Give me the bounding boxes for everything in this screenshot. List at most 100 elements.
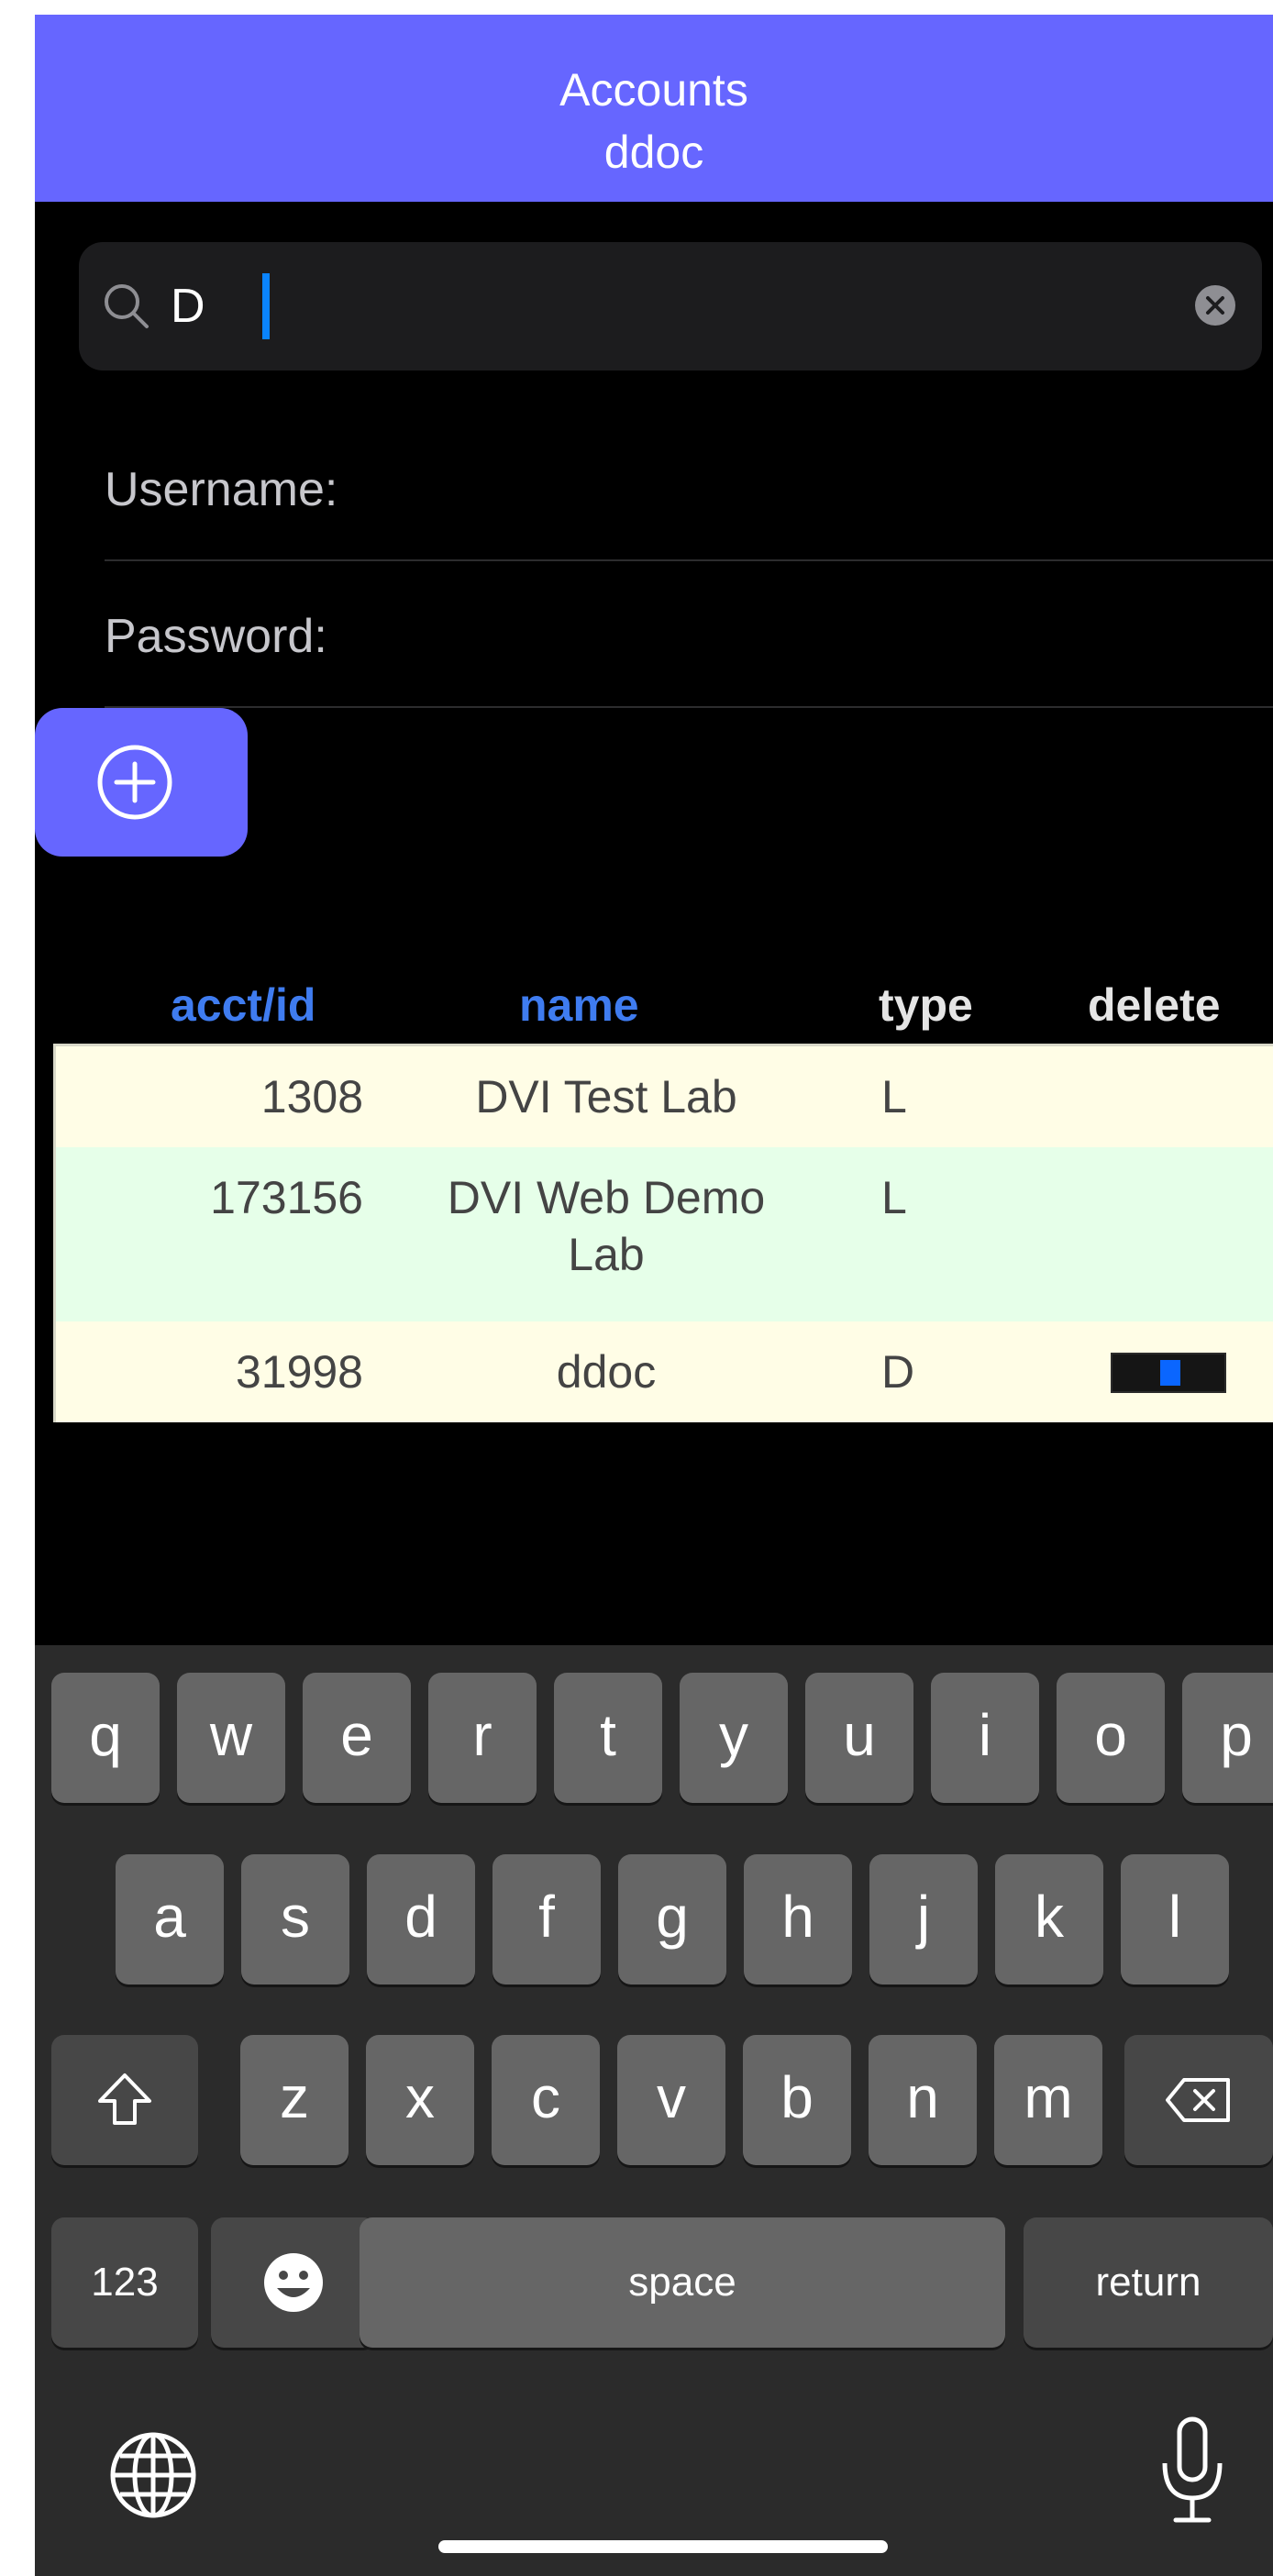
- column-header-acct[interactable]: acct/id: [171, 978, 315, 1033]
- key-w[interactable]: w: [177, 1673, 285, 1803]
- username-field[interactable]: [435, 457, 1245, 525]
- add-account-button[interactable]: [35, 708, 248, 857]
- delete-toggle-knob: [1160, 1360, 1180, 1386]
- key-z[interactable]: z: [240, 2035, 349, 2165]
- key-label: b: [780, 2064, 814, 2130]
- key-q[interactable]: q: [51, 1673, 160, 1803]
- column-header-type: type: [879, 979, 973, 1031]
- key-h[interactable]: h: [744, 1854, 852, 1985]
- key-j[interactable]: j: [869, 1854, 978, 1985]
- globe-icon[interactable]: [103, 2425, 204, 2526]
- password-field[interactable]: [435, 603, 1245, 671]
- key-l[interactable]: l: [1121, 1854, 1229, 1985]
- table-row[interactable]: 173156 DVI Web Demo Lab L: [56, 1147, 1273, 1321]
- key-label: u: [843, 1702, 876, 1768]
- key-i[interactable]: i: [931, 1673, 1039, 1803]
- key-label: z: [280, 2064, 309, 2130]
- shift-key[interactable]: [51, 2035, 198, 2165]
- return-key-label: return: [1095, 2260, 1201, 2305]
- shift-arrow-icon: [98, 2073, 151, 2125]
- name-cell: DVI Test Lab: [475, 1071, 737, 1122]
- name-cell: ddoc: [556, 1346, 657, 1398]
- key-label: p: [1220, 1702, 1253, 1768]
- key-t[interactable]: t: [554, 1673, 662, 1803]
- home-indicator: [438, 2540, 888, 2553]
- table-row[interactable]: 31998 ddoc D: [56, 1321, 1273, 1422]
- password-label: Password:: [105, 610, 327, 663]
- key-label: f: [538, 1884, 555, 1950]
- key-p[interactable]: p: [1182, 1673, 1273, 1803]
- username-label: Username:: [105, 463, 338, 516]
- key-label: i: [978, 1702, 992, 1768]
- key-e[interactable]: e: [303, 1673, 411, 1803]
- app-screen: Accounts ddoc Username: Password:: [35, 15, 1273, 2576]
- emoji-key[interactable]: [211, 2217, 376, 2348]
- key-f[interactable]: f: [493, 1854, 601, 1985]
- key-u[interactable]: u: [805, 1673, 913, 1803]
- key-g[interactable]: g: [618, 1854, 726, 1985]
- acct-id-cell: 173156: [210, 1172, 363, 1223]
- key-a[interactable]: a: [116, 1854, 224, 1985]
- key-y[interactable]: y: [680, 1673, 788, 1803]
- clear-icon[interactable]: [1192, 282, 1238, 328]
- key-label: n: [906, 2064, 939, 2130]
- plus-circle-icon: [97, 745, 172, 820]
- key-label: s: [281, 1884, 310, 1950]
- key-label: x: [405, 2064, 435, 2130]
- key-k[interactable]: k: [995, 1854, 1103, 1985]
- backspace-icon: [1166, 2078, 1230, 2122]
- search-bar[interactable]: [79, 242, 1262, 370]
- key-label: a: [153, 1884, 186, 1950]
- key-c[interactable]: c: [492, 2035, 600, 2165]
- acct-id-cell: 31998: [235, 1346, 363, 1398]
- text-caret: [262, 273, 270, 339]
- return-key[interactable]: return: [1024, 2217, 1273, 2348]
- numbers-key-label: 123: [91, 2260, 159, 2305]
- key-label: r: [472, 1702, 493, 1768]
- key-label: m: [1024, 2064, 1073, 2130]
- username-row: Username:: [105, 422, 1273, 561]
- key-label: w: [209, 1702, 253, 1768]
- delete-toggle[interactable]: [1111, 1353, 1226, 1393]
- key-label: e: [340, 1702, 373, 1768]
- key-v[interactable]: v: [617, 2035, 725, 2165]
- search-icon: [105, 284, 149, 328]
- key-s[interactable]: s: [241, 1854, 349, 1985]
- space-key-label: space: [628, 2260, 736, 2305]
- type-cell: L: [881, 1071, 907, 1122]
- page-subtitle: ddoc: [603, 127, 704, 178]
- key-n[interactable]: n: [869, 2035, 977, 2165]
- key-label: t: [600, 1702, 616, 1768]
- backspace-key[interactable]: [1124, 2035, 1273, 2165]
- password-row: Password:: [105, 569, 1273, 708]
- acct-id-cell: 1308: [260, 1071, 363, 1122]
- key-m[interactable]: m: [994, 2035, 1102, 2165]
- key-label: c: [531, 2064, 560, 2130]
- column-header-delete: delete: [1088, 979, 1221, 1031]
- microphone-icon[interactable]: [1156, 2412, 1229, 2531]
- space-key[interactable]: space: [360, 2217, 1005, 2348]
- type-cell: L: [881, 1172, 907, 1223]
- column-header-name[interactable]: name: [519, 978, 639, 1033]
- key-d[interactable]: d: [367, 1854, 475, 1985]
- key-r[interactable]: r: [428, 1673, 537, 1803]
- name-cell: DVI Web Demo Lab: [447, 1172, 766, 1280]
- key-label: q: [89, 1702, 122, 1768]
- key-label: y: [719, 1702, 748, 1768]
- accounts-table: 1308 DVI Test Lab L 173156 DVI Web Demo …: [53, 1044, 1273, 1422]
- type-cell: D: [881, 1346, 915, 1398]
- key-label: v: [657, 2064, 686, 2130]
- key-label: o: [1094, 1702, 1127, 1768]
- key-label: h: [781, 1884, 814, 1950]
- page-title: Accounts: [559, 64, 748, 116]
- table-row[interactable]: 1308 DVI Test Lab L: [56, 1046, 1273, 1147]
- key-label: l: [1168, 1884, 1182, 1950]
- on-screen-keyboard: q w e r t y u i o p a sdfgh j k l z x c v b n m 123 space r…: [35, 1645, 1273, 2576]
- key-label: k: [1035, 1884, 1064, 1950]
- numbers-key[interactable]: 123: [51, 2217, 198, 2348]
- key-o[interactable]: o: [1057, 1673, 1165, 1803]
- key-x[interactable]: x: [366, 2035, 474, 2165]
- search-input[interactable]: [171, 266, 1143, 347]
- key-label: j: [916, 1884, 931, 1950]
- key-b[interactable]: b: [743, 2035, 851, 2165]
